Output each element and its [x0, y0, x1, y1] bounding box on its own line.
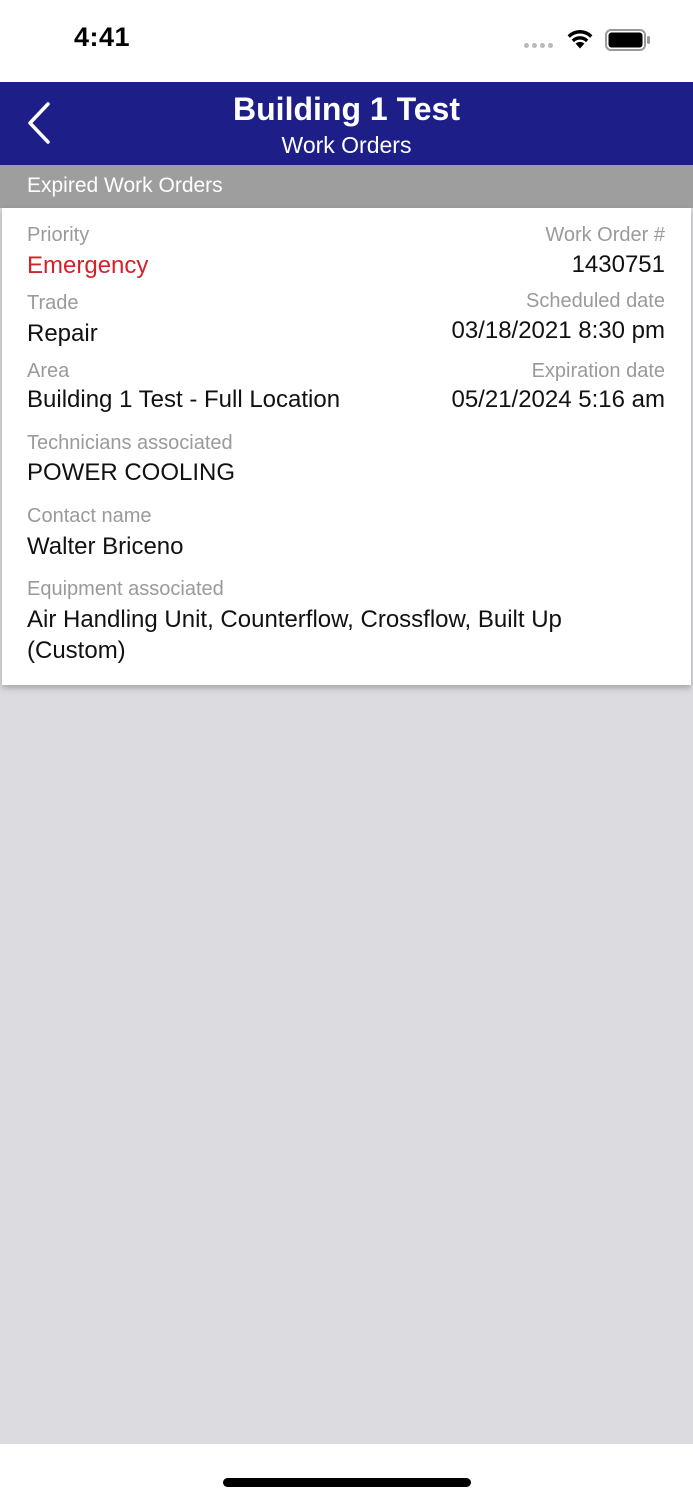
work-order-card[interactable]: Priority Emergency Work Order # 1430751 … [2, 208, 691, 685]
scheduled-date-label: Scheduled date [525, 290, 665, 312]
contact-name-label: Contact name [27, 505, 152, 527]
expiration-date-label: Expiration date [531, 360, 665, 382]
status-bar: 4:41 [0, 0, 693, 82]
navigation-bar: Building 1 Test Work Orders [0, 82, 693, 165]
area-label: Area [27, 360, 70, 382]
signal-dots-icon [524, 43, 553, 48]
expiration-date-value: 05/21/2024 5:16 am [451, 386, 665, 413]
equipment-label: Equipment associated [27, 578, 224, 600]
priority-label: Priority [27, 224, 90, 246]
area-value: Building 1 Test - Full Location [27, 386, 341, 413]
home-indicator[interactable] [223, 1478, 471, 1487]
equipment-value: Air Handling Unit, Counterflow, Crossflo… [27, 606, 562, 664]
work-order-number-label: Work Order # [545, 224, 665, 246]
work-order-number-value: 1430751 [571, 251, 665, 278]
trade-label: Trade [27, 292, 79, 314]
trade-value: Repair [27, 320, 98, 347]
technicians-label: Technicians associated [27, 432, 233, 454]
priority-value: Emergency [27, 252, 149, 279]
technicians-value: POWER COOLING [27, 459, 236, 486]
battery-icon [605, 29, 650, 51]
scheduled-date-value: 03/18/2021 8:30 pm [451, 317, 665, 344]
wifi-icon [567, 30, 593, 49]
status-time: 4:41 [74, 22, 131, 52]
contact-name-value: Walter Briceno [27, 533, 184, 560]
section-header-label: Expired Work Orders [27, 174, 223, 197]
page-title: Building 1 Test [233, 91, 460, 127]
page-subtitle: Work Orders [281, 132, 412, 158]
bottom-safe-area [0, 1444, 693, 1500]
section-header: Expired Work Orders [0, 165, 693, 208]
